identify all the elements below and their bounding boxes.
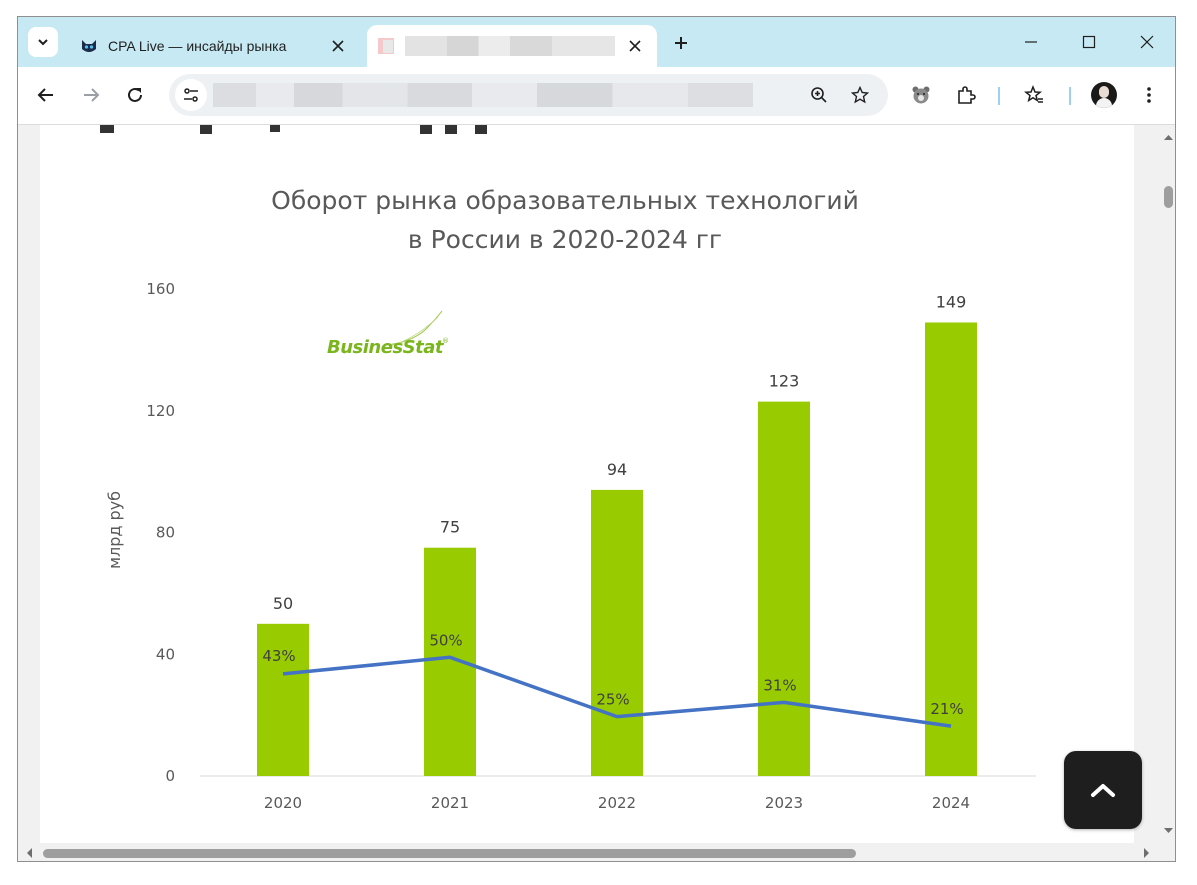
x-tick-label: 2024 xyxy=(932,794,970,812)
toolbar-separator xyxy=(1069,87,1071,105)
vertical-scrollbar[interactable] xyxy=(1160,125,1176,843)
bar-2021 xyxy=(424,547,476,776)
y-tick-label: 80 xyxy=(156,524,175,542)
browser-menu-button[interactable] xyxy=(1133,79,1165,111)
profile-avatar[interactable] xyxy=(1091,82,1117,108)
bar-2022 xyxy=(591,489,643,776)
logo-text: BusinesStat xyxy=(327,337,445,358)
forward-button[interactable] xyxy=(75,79,107,111)
close-window-button[interactable] xyxy=(1119,25,1175,59)
x-tick-label: 2022 xyxy=(598,794,636,812)
businesstat-logo: BusinesStat ® xyxy=(327,310,449,358)
scroll-up-arrow-icon[interactable] xyxy=(1160,129,1176,145)
scroll-left-arrow-icon[interactable] xyxy=(22,843,38,862)
address-bar[interactable] xyxy=(169,74,888,116)
x-tick-label: 2021 xyxy=(431,794,469,812)
page-viewport: Оборот рынка образовательных технологий … xyxy=(18,125,1160,843)
browser-window: CPA Live — инсайды рынка Оборот рынка об… xyxy=(17,16,1176,862)
bar-chart: BusinesStat ® млрд руб 0 40 80 120 160 50 202… xyxy=(105,280,1036,812)
scroll-down-arrow-icon[interactable] xyxy=(1160,823,1176,839)
browser-toolbar xyxy=(18,67,1175,125)
tab-search-button[interactable] xyxy=(28,27,58,57)
blurred-title xyxy=(405,36,615,56)
y-tick-label: 0 xyxy=(165,767,175,785)
arrow-right-icon xyxy=(84,88,100,102)
zoom-in-icon xyxy=(811,87,827,103)
growth-label: 50% xyxy=(429,631,462,649)
extension-bear-button[interactable] xyxy=(905,79,937,111)
horizontal-scroll-thumb[interactable] xyxy=(43,849,856,858)
puzzle-icon xyxy=(958,86,976,104)
growth-label: 43% xyxy=(262,647,295,665)
close-tab-button[interactable] xyxy=(326,34,350,58)
tune-icon xyxy=(184,88,198,102)
tab-strip: CPA Live — инсайды рынка xyxy=(18,17,1175,67)
growth-label: 25% xyxy=(596,691,629,709)
chevron-down-icon xyxy=(38,39,48,46)
minimize-button[interactable] xyxy=(1003,25,1059,59)
x-tick-label: 2023 xyxy=(765,794,803,812)
scroll-right-arrow-icon[interactable] xyxy=(1138,843,1154,862)
tab-title-blurred xyxy=(405,36,623,56)
y-tick-label: 40 xyxy=(156,645,175,663)
reading-list-button[interactable] xyxy=(1018,79,1050,111)
chevron-up-icon xyxy=(1091,784,1115,797)
reload-icon xyxy=(128,87,142,102)
growth-label: 21% xyxy=(930,700,963,718)
tab-cpa-live[interactable]: CPA Live — инсайды рынка xyxy=(70,25,360,67)
y-tick-label: 160 xyxy=(146,280,175,298)
bar-value-label: 50 xyxy=(273,594,293,613)
plus-icon xyxy=(675,37,687,49)
close-tab-button[interactable] xyxy=(623,34,647,58)
registered-mark: ® xyxy=(442,337,449,345)
zoom-button[interactable] xyxy=(803,79,835,111)
close-icon xyxy=(332,40,344,52)
bar-2023 xyxy=(758,401,810,776)
article-page: Оборот рынка образовательных технологий … xyxy=(40,125,1134,843)
toolbar-separator xyxy=(998,87,1000,105)
maximize-button[interactable] xyxy=(1061,25,1117,59)
horizontal-scrollbar[interactable] xyxy=(18,843,1175,862)
star-list-icon xyxy=(1024,85,1043,103)
back-button[interactable] xyxy=(30,79,62,111)
extensions-button[interactable] xyxy=(950,79,982,111)
close-icon xyxy=(629,40,641,52)
bookmark-button[interactable] xyxy=(844,79,876,111)
bar-value-label: 75 xyxy=(440,518,460,537)
back-to-top-button[interactable] xyxy=(1064,751,1142,829)
y-tick-label: 120 xyxy=(146,402,175,420)
kebab-menu-icon xyxy=(1147,87,1151,103)
url-text[interactable] xyxy=(213,83,753,107)
cat-mascot-icon xyxy=(82,40,96,52)
avatar-face xyxy=(1099,86,1109,98)
close-icon xyxy=(1140,35,1154,49)
star-icon xyxy=(851,86,869,104)
site-info-button[interactable] xyxy=(175,79,207,111)
new-tab-button[interactable] xyxy=(668,30,694,56)
tab-active[interactable] xyxy=(367,25,657,67)
minimize-icon xyxy=(1025,41,1037,43)
avatar-body xyxy=(1096,98,1112,108)
arrow-left-icon xyxy=(37,88,53,102)
vertical-scroll-thumb[interactable] xyxy=(1164,186,1173,208)
y-axis-label: млрд руб xyxy=(105,491,124,569)
growth-label: 31% xyxy=(763,676,796,694)
reload-button[interactable] xyxy=(119,79,151,111)
tab-title: CPA Live — инсайды рынка xyxy=(108,38,287,54)
x-tick-label: 2020 xyxy=(264,794,302,812)
maximize-icon xyxy=(1082,35,1096,49)
bar-value-label: 123 xyxy=(769,372,800,391)
bar-value-label: 94 xyxy=(607,460,627,479)
bar-value-label: 149 xyxy=(936,292,967,311)
blurred-favicon-icon xyxy=(378,38,394,54)
bear-icon xyxy=(912,86,930,104)
